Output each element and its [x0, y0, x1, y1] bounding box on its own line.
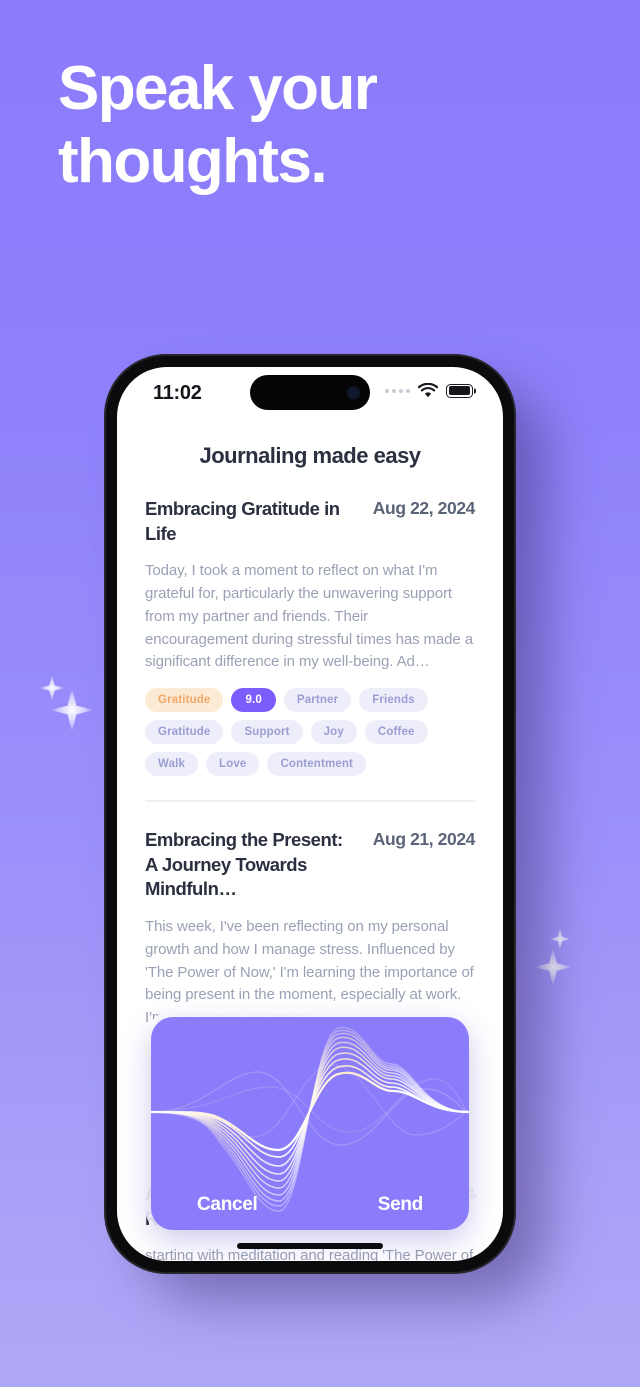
headline-line-1: Speak your	[58, 54, 378, 123]
poster-headline: Speak your thoughts.	[58, 52, 578, 198]
tag-chip[interactable]: Gratitude	[145, 720, 224, 745]
cancel-button[interactable]: Cancel	[197, 1194, 258, 1216]
tag-chip[interactable]: Walk	[145, 752, 199, 777]
tag-chip[interactable]: Friends	[359, 688, 428, 713]
phone-frame: 11:02 Journaling made easy Embracing Gra…	[104, 354, 516, 1274]
sparkle-icon	[39, 675, 65, 701]
phone-screen: 11:02 Journaling made easy Embracing Gra…	[117, 367, 503, 1261]
front-camera-icon	[347, 386, 360, 399]
tag-chip[interactable]: Support	[231, 720, 303, 745]
home-indicator[interactable]	[237, 1243, 383, 1249]
signal-dots-icon	[385, 388, 410, 393]
wifi-icon	[418, 383, 438, 398]
entry-title: Embracing Gratitude in Life	[145, 498, 340, 544]
status-bar: 11:02	[117, 367, 503, 421]
sparkle-icon	[50, 688, 94, 732]
dynamic-island	[250, 375, 370, 410]
entry-date: Aug 22, 2024	[372, 498, 476, 518]
journal-entry[interactable]: Embracing Gratitude in Life Aug 22, 2024…	[123, 497, 497, 777]
tag-chip[interactable]: Love	[206, 752, 260, 777]
tag-chip[interactable]: Joy	[310, 720, 357, 745]
battery-icon	[446, 383, 473, 398]
entry-header: Embracing Gratitude in Life Aug 22, 2024	[145, 497, 475, 546]
send-button[interactable]: Send	[378, 1194, 424, 1216]
entry-date: Aug 21, 2024	[372, 829, 476, 850]
headline-line-2: thoughts.	[58, 127, 328, 197]
recording-actions: Cancel Send	[151, 1194, 469, 1216]
score-badge[interactable]: 9.0	[231, 688, 276, 713]
entry-body: This week, I've been reflecting on my pe…	[145, 917, 474, 1027]
tag-chip[interactable]: Contentment	[267, 752, 367, 777]
entry-title: Embracing the Present: A Journey Towards…	[145, 829, 343, 900]
entry-tags: Gratitude 9.0 Partner Friends Gratitude …	[145, 688, 475, 777]
tag-chip[interactable]: Coffee	[364, 720, 428, 745]
topic-tag[interactable]: Gratitude	[145, 688, 224, 713]
recording-overlay: Cancel Send	[151, 1017, 469, 1230]
status-time: 11:02	[153, 382, 202, 404]
page-title: Journaling made easy	[199, 443, 421, 468]
status-indicators	[385, 383, 473, 398]
entry-body: Today, I took a moment to reflect on wha…	[145, 562, 473, 671]
entry-header: Embracing the Present: A Journey Towards…	[145, 828, 475, 902]
sparkle-icon	[549, 928, 571, 950]
tag-chip[interactable]: Partner	[283, 688, 352, 713]
entry-divider	[145, 800, 475, 803]
